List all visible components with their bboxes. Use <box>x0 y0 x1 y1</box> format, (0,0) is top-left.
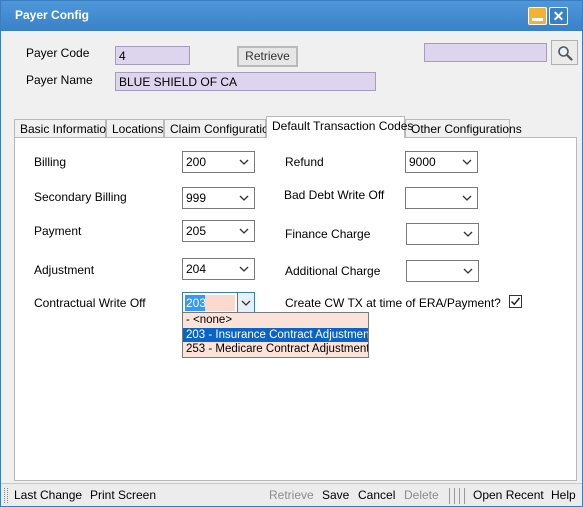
delete-button[interactable]: Delete <box>404 488 439 502</box>
search-icon <box>557 45 573 61</box>
adjustment-value: 204 <box>186 262 207 276</box>
cancel-button[interactable]: Cancel <box>358 488 395 502</box>
tab-default-transaction-codes[interactable]: Default Transaction Codes <box>266 116 413 138</box>
separator <box>449 488 450 504</box>
payer-name-field[interactable]: BLUE SHIELD OF CA <box>115 72 376 91</box>
finance-charge-select[interactable] <box>406 223 479 245</box>
additional-charge-select[interactable] <box>406 260 479 282</box>
close-button[interactable]: ✕ <box>549 7 568 25</box>
secondary-billing-select[interactable]: 999 <box>182 187 255 209</box>
billing-label: Billing <box>34 155 67 169</box>
chevron-down-icon <box>461 155 473 169</box>
contractual-write-off-label: Contractual Write Off <box>34 296 146 310</box>
refund-value: 9000 <box>409 155 436 169</box>
retrieve-button[interactable]: Retrieve <box>237 46 298 67</box>
finance-charge-label: Finance Charge <box>285 227 371 241</box>
bad-debt-write-off-label: Bad Debt Write Off <box>284 188 385 202</box>
chevron-down-icon <box>238 224 250 238</box>
payer-config-window: Payer Config ✕ Payer Code 4 Retrieve Pay… <box>0 0 583 507</box>
adjustment-select[interactable]: 204 <box>182 258 255 280</box>
payment-value: 205 <box>186 224 207 238</box>
bad-debt-write-off-select[interactable] <box>405 187 478 209</box>
print-screen-button[interactable]: Print Screen <box>90 488 156 502</box>
chevron-down-icon <box>238 155 250 169</box>
payer-code-field[interactable]: 4 <box>115 46 190 65</box>
contractual-write-off-options: - <none> 203 - Insurance Contract Adjust… <box>182 312 369 358</box>
refund-select[interactable]: 9000 <box>405 151 478 173</box>
payer-code-label: Payer Code <box>26 46 90 60</box>
chevron-down-icon <box>241 300 251 306</box>
dropdown-option[interactable]: 253 - Medicare Contract Adjustment <box>183 342 368 357</box>
tab-other-configurations[interactable]: Other Configurations <box>405 119 522 137</box>
create-cw-tx-label: Create CW TX at time of ERA/Payment? <box>285 296 501 310</box>
window-title: Payer Config <box>15 8 90 22</box>
minimize-button[interactable] <box>528 7 547 25</box>
chevron-down-icon <box>238 191 250 205</box>
chevron-down-icon <box>238 262 250 276</box>
help-button[interactable]: Help <box>551 488 576 502</box>
search-button[interactable] <box>551 40 578 65</box>
grip-icon <box>4 488 8 503</box>
close-icon: ✕ <box>552 8 565 24</box>
separator <box>464 488 465 504</box>
additional-charge-label: Additional Charge <box>285 264 381 278</box>
contractual-write-off-select[interactable]: 203 <box>182 292 255 314</box>
secondary-billing-label: Secondary Billing <box>34 190 127 204</box>
separator <box>454 488 455 504</box>
dropdown-option[interactable]: 203 - Insurance Contract Adjustmen <box>183 327 368 343</box>
create-cw-tx-checkbox[interactable] <box>509 295 522 308</box>
secondary-billing-value: 999 <box>186 191 207 205</box>
chevron-down-icon <box>462 264 474 278</box>
tab-locations[interactable]: Locations <box>106 119 164 137</box>
retrieve-toolbar-button[interactable]: Retrieve <box>269 488 314 502</box>
contractual-write-off-value[interactable]: 203 <box>185 295 208 311</box>
adjustment-label: Adjustment <box>34 263 95 277</box>
checkmark-icon <box>510 297 521 306</box>
separator <box>459 488 460 504</box>
tab-basic-information[interactable]: Basic Information <box>14 119 113 137</box>
chevron-down-icon <box>462 227 474 241</box>
billing-value: 200 <box>186 155 207 169</box>
refund-label: Refund <box>285 155 324 169</box>
chevron-down-icon <box>461 191 473 205</box>
tab-claim-configuration[interactable]: Claim Configuration <box>164 119 275 137</box>
title-bar: Payer Config ✕ <box>1 1 582 31</box>
status-bar: Last Change Print Screen Retrieve Save C… <box>1 483 582 506</box>
open-recent-button[interactable]: Open Recent <box>473 488 544 502</box>
billing-select[interactable]: 200 <box>182 151 255 173</box>
selection-tail <box>205 295 235 311</box>
payer-name-label: Payer Name <box>26 73 93 87</box>
payment-label: Payment <box>34 224 82 238</box>
minimize-icon <box>532 17 543 21</box>
last-change-button[interactable]: Last Change <box>14 488 82 502</box>
search-input[interactable] <box>424 43 547 62</box>
dropdown-option[interactable]: - <none> <box>183 313 368 328</box>
payment-select[interactable]: 205 <box>182 220 255 242</box>
save-button[interactable]: Save <box>322 488 349 502</box>
dropdown-toggle[interactable] <box>237 293 254 313</box>
